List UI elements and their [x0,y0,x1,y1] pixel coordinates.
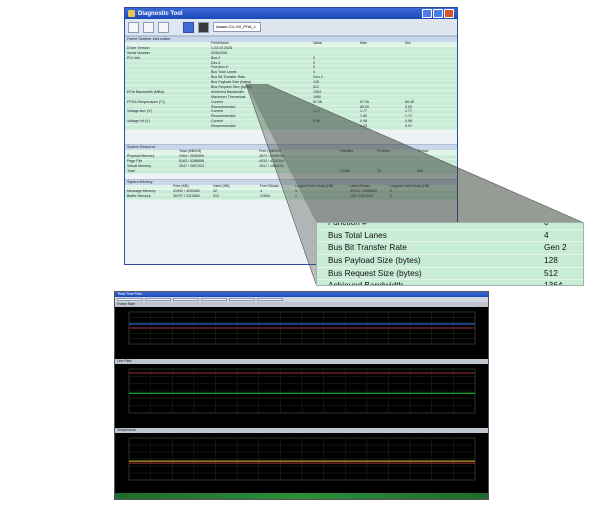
col-process: Process [377,149,390,154]
zoom-label: Bus Bit Transfer Rate [328,242,407,253]
col-largest-free: Largest Free Block (KB) [295,184,334,189]
plot-panel: Frame Rate [115,302,488,354]
plot-select-2[interactable] [145,298,171,301]
plot-select-3[interactable] [173,298,199,301]
frame-grid-cell: 67.06 [313,99,322,104]
frame-grid-cell: Recommended [211,124,236,129]
col-min: Min [405,41,411,45]
col-largest-used: Largest Used Block (KB) [390,184,430,189]
device-selector[interactable]: Alaam-CU-G0_PHA_1 [213,22,261,32]
plot-titlebar: Real-Time Plots [115,292,488,297]
plot-select-4[interactable] [201,298,227,301]
frame-grid-cell: 0.97 [405,124,412,129]
sys-grid-row[interactable]: Total 12260 70 604 [125,168,457,175]
zoom-value: 1364 [544,280,563,286]
sap-grid-cell: 150 / 2112664 [350,194,373,199]
refresh-icon[interactable] [158,21,169,33]
open-icon[interactable] [128,21,139,33]
plot-view-icon[interactable] [198,21,209,33]
zoom-value: Gen 2 [544,242,567,253]
sap-grid-cell: 312 [213,194,219,199]
sap-grid-cell: 31664 [260,194,270,199]
zoom-row: Bus Total Lanes 4 [317,230,583,243]
frame-grid-cell: 67.06 [360,99,369,104]
diagnostic-titlebar: Diagnostic Tool [125,8,457,19]
frame-grid-cell: PCI Info [127,55,140,60]
minimize-button[interactable] [422,9,432,18]
zoom-value: 4 [544,229,549,240]
frame-grid-cell: 66.49 [405,99,414,104]
sys-grid-cell: Total [127,168,135,173]
frame-grid-cell: 0.98 [313,119,320,124]
system-resource-grid: Total (MB/KB) Free (MB/KB) Handles Proce… [125,149,457,175]
toolbar: Alaam-CU-G0_PHA_1 [125,19,457,36]
close-button[interactable] [444,9,454,18]
plot-window: Real-Time Plots Frame Rate Line Rate Tempe… [114,291,489,500]
sys-grid-cell: 70 [377,168,381,173]
frame-grid-cell: Current [211,99,223,104]
frame-grid-cell: Voltage Aux (V) [127,109,152,114]
sys-grid-cell: 1917 / 1964292 [259,163,284,168]
zoom-row: Achieved Bandwidth 1364 [317,280,583,286]
zoom-row: Bus Payload Size (bytes) 128 [317,255,583,268]
plot-panel: Line Rate [115,359,488,423]
sys-grid-cell: 12260 [340,168,350,173]
col-value: Value [313,41,322,45]
sap-grid-cell: 36797 / 2112664 [173,194,200,199]
spacer [125,130,457,145]
sys-grid-cell: 604 [417,168,423,173]
app-icon [128,10,135,17]
plot-area[interactable] [115,364,488,423]
col-free-blocks: Free Blocks [260,184,279,189]
plot-select-1[interactable] [117,298,143,301]
sapera-memory-grid: Free (KB) Used (KB) Free Blocks Largest … [125,184,457,201]
col-max: Max [360,41,367,45]
col-thread: Thread [417,149,429,154]
zoom-row: Bus Request Size (bytes) 512 [317,268,583,281]
zoom-label: Achieved Bandwidth [328,280,404,286]
sap-grid-cell: Buffer Memory [127,194,151,199]
plot-select-6[interactable] [257,298,283,301]
zoom-value: 512 [544,267,558,278]
zoom-label: Function # [328,222,367,227]
save-icon[interactable] [143,21,154,33]
zoom-label: Bus Payload Size (bytes) [328,255,421,266]
frame-grid-cell: 1.03 [360,124,367,129]
frame-grid-cell: Voltage Int (V) [127,119,150,124]
frame-grid-cell: PCIe Bandwidth (MB/s) [127,89,165,94]
frame-grid-cell: FPGA Temperature (°C) [127,99,166,104]
frame-grid-cell: 1.77 [313,109,320,114]
zoom-detail-panel: Function # 0 Bus Total Lanes 4 Bus Bit Trans… [316,222,584,286]
frame-grid-row[interactable]: Recommended 1.03 0.97 [125,124,457,131]
zoom-label: Bus Request Size (bytes) [328,267,422,278]
frame-grabber-grid: Field/Value Value Max Min Driver Version… [125,41,457,131]
maximize-button[interactable] [433,9,443,18]
zoom-value: 128 [544,255,558,266]
zoom-value: 0 [544,222,549,227]
sap-grid-row[interactable]: Buffer Memory 36797 / 2112664 312 31664 1 150… [125,194,457,201]
window-title: Diagnostic Tool [138,10,183,17]
plot-window-title: Real-Time Plots [118,292,142,296]
status-strip [115,493,488,499]
zoom-label: Bus Total Lanes [328,229,387,240]
zoom-row: Function # 0 [317,222,583,230]
plot-panel: Temperature [115,428,488,490]
frame-grid-cell: Bus # [211,55,221,60]
sap-grid-cell: 1 [295,194,297,199]
sap-grid-cell: 2 [390,194,392,199]
sys-grid-cell: 2047 / 2097024 [179,163,204,168]
zoom-row: Bus Bit Transfer Rate Gen 2 [317,242,583,256]
col-handles: Handles [340,149,354,154]
plot-select-5[interactable] [229,298,255,301]
plot-area[interactable] [115,307,488,354]
frame-grid-cell: 3 [313,55,315,60]
grid-view-icon[interactable] [183,21,194,33]
plot-area[interactable] [115,433,488,490]
